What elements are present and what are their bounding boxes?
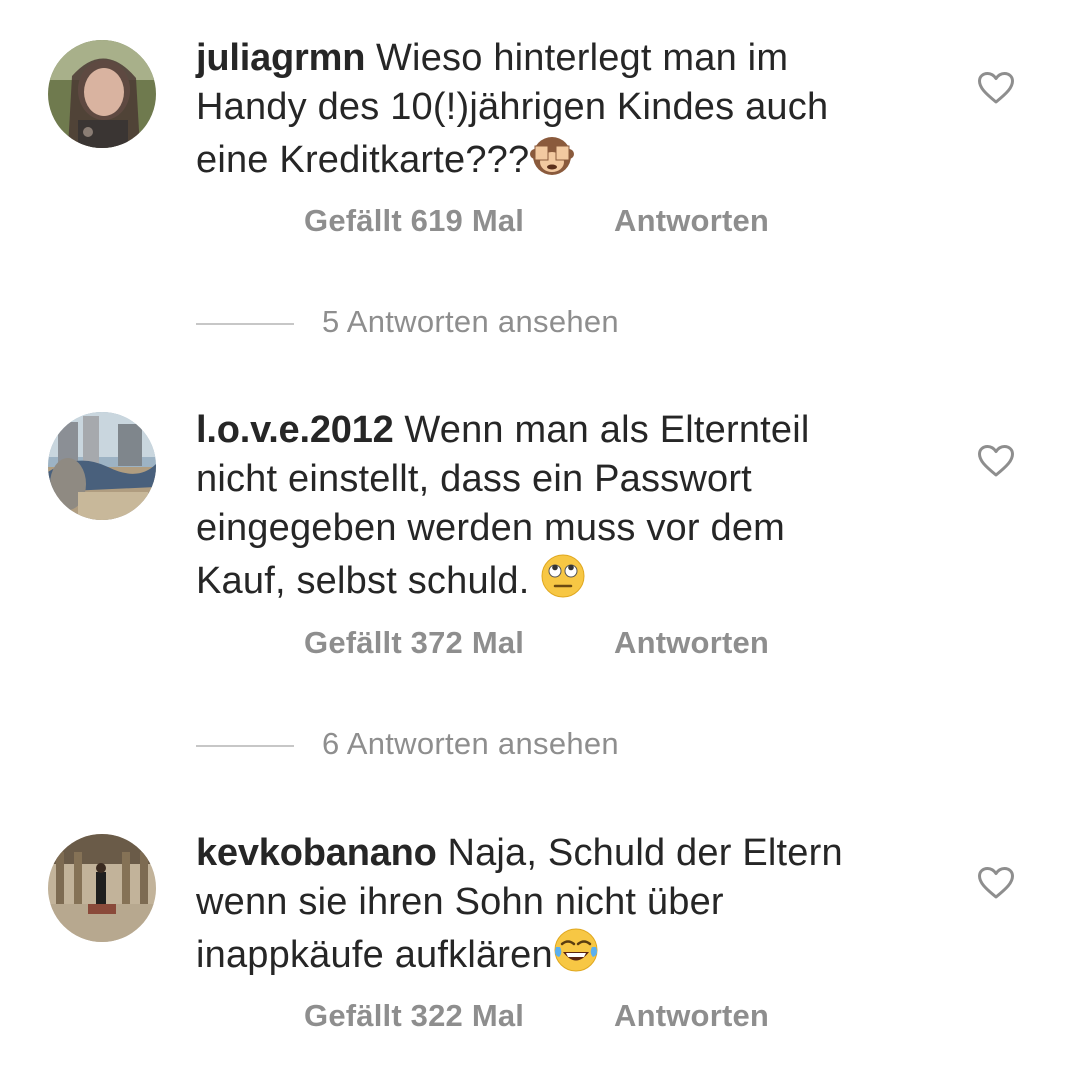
avatar-photo xyxy=(48,834,156,942)
view-replies-label[interactable]: 5 Antworten ansehen xyxy=(322,304,619,340)
comment-line: kevkobanano Naja, Schuld der Eltern xyxy=(196,829,916,878)
comment-line: eine Kreditkarte??? xyxy=(196,132,916,185)
comment-meta: Gefällt 322 Mal Antworten xyxy=(304,998,769,1034)
comment-line: l.o.v.e.2012 Wenn man als Elternteil xyxy=(196,406,916,455)
replies-divider xyxy=(196,745,294,747)
like-heart-icon[interactable] xyxy=(977,71,1015,105)
view-replies-button[interactable]: 5 Antworten ansehen xyxy=(196,304,796,344)
comment-meta: Gefällt 619 Mal Antworten xyxy=(304,203,769,239)
comment-line: juliagrmn Wieso hinterlegt man im xyxy=(196,34,916,83)
like-heart-icon[interactable] xyxy=(977,866,1015,900)
face-with-rolling-eyes-icon xyxy=(540,553,586,599)
avatar[interactable] xyxy=(48,40,156,148)
likes-count[interactable]: Gefällt 372 Mal xyxy=(304,625,524,660)
comment-text-segment: nicht einstellt, dass ein Passwort xyxy=(196,458,752,500)
see-no-evil-monkey-icon xyxy=(529,132,575,178)
comment-line: inappkäufe aufklären xyxy=(196,927,916,980)
like-heart-icon[interactable] xyxy=(977,444,1015,478)
view-replies-button[interactable]: 6 Antworten ansehen xyxy=(196,726,796,766)
comment-text-segment: inappkäufe aufklären xyxy=(196,934,553,976)
likes-count[interactable]: Gefällt 322 Mal xyxy=(304,998,524,1033)
comment-text-segment: Handy des 10(!)jährigen Kindes auch xyxy=(196,86,829,128)
avatar[interactable] xyxy=(48,412,156,520)
comment-text-segment: Wenn man als Elternteil xyxy=(404,409,810,451)
reply-button[interactable]: Antworten xyxy=(614,203,769,239)
reply-button[interactable]: Antworten xyxy=(614,625,769,661)
comment-meta: Gefällt 372 Mal Antworten xyxy=(304,625,769,661)
avatar[interactable] xyxy=(48,834,156,942)
reply-button[interactable]: Antworten xyxy=(614,998,769,1034)
comment-line: Kauf, selbst schuld. xyxy=(196,553,916,606)
comment-text-segment: eingegeben werden muss vor dem xyxy=(196,507,786,549)
avatar-photo xyxy=(48,412,156,520)
username[interactable]: juliagrmn xyxy=(196,37,365,79)
view-replies-label[interactable]: 6 Antworten ansehen xyxy=(322,726,619,762)
comment-text-segment: wenn sie ihren Sohn nicht über xyxy=(196,881,724,923)
likes-count[interactable]: Gefällt 619 Mal xyxy=(304,203,524,238)
username[interactable]: l.o.v.e.2012 xyxy=(196,409,394,451)
comment-text: l.o.v.e.2012 Wenn man als Elternteil nic… xyxy=(196,406,916,606)
face-with-tears-of-joy-icon xyxy=(553,927,599,973)
comment-text: kevkobanano Naja, Schuld der Eltern wenn… xyxy=(196,829,916,980)
comment-text-segment: eine Kreditkarte??? xyxy=(196,139,530,181)
username[interactable]: kevkobanano xyxy=(196,832,437,874)
comment-text-segment: Kauf, selbst schuld. xyxy=(196,560,530,602)
avatar-photo xyxy=(48,40,156,148)
comment-text: juliagrmn Wieso hinterlegt man im Handy … xyxy=(196,34,916,185)
comment-text-segment: Naja, Schuld der Eltern xyxy=(447,832,843,874)
comment-text-segment: Wieso hinterlegt man im xyxy=(375,37,789,79)
replies-divider xyxy=(196,323,294,325)
